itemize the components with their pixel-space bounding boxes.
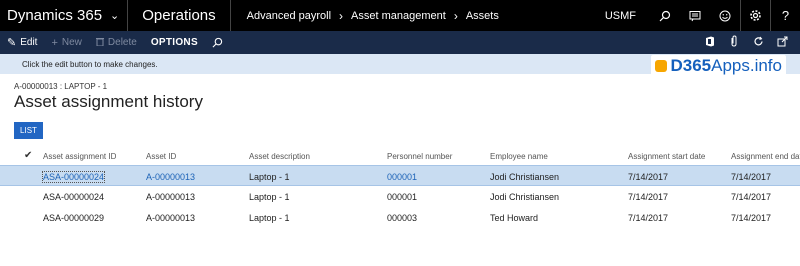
search-icon[interactable] [650, 0, 680, 31]
cell-assignment-end-date: 7/14/2017 [731, 172, 772, 182]
open-new-window-icon[interactable] [770, 36, 794, 50]
cell-assignment-start-date: 7/14/2017 [628, 192, 669, 202]
column-header-asset-assignment-id[interactable]: Asset assignment ID [43, 152, 116, 161]
cell-personnel-number[interactable]: 000001 [387, 172, 417, 182]
cell-asset-id[interactable]: A-00000013 [146, 172, 195, 182]
cell-employee-name: Jodi Christiansen [490, 172, 560, 182]
column-header-employee-name[interactable]: Employee name [490, 152, 548, 161]
cell-assignment-end-date: 7/14/2017 [731, 192, 772, 202]
table-row[interactable]: ASA-00000029 A-00000013 Laptop - 1 00000… [0, 207, 800, 228]
message-icon[interactable] [680, 0, 710, 31]
logo-mark-icon [655, 60, 668, 72]
breadcrumb-item-assets[interactable]: Assets [466, 10, 499, 22]
cell-asset-assignment-id: ASA-00000024 [43, 192, 105, 202]
breadcrumb-item-advanced-payroll[interactable]: Advanced payroll [247, 10, 331, 22]
delete-label: Delete [107, 37, 137, 48]
column-header-assignment-end-date[interactable]: Assignment end date [731, 152, 800, 161]
tab-list[interactable]: LIST [14, 122, 43, 139]
company-picker[interactable]: USMF [605, 10, 636, 22]
record-caption: A-00000013 : LAPTOP - 1 [14, 82, 108, 91]
search-icon[interactable] [205, 31, 230, 54]
delete-button[interactable]: Delete [89, 31, 144, 54]
breadcrumb: Advanced payroll › Asset management › As… [247, 9, 499, 23]
top-navigation-bar: Dynamics 365 ⌄ Operations Advanced payro… [0, 0, 800, 31]
refresh-icon[interactable] [746, 36, 770, 50]
options-tab[interactable]: OPTIONS [144, 31, 205, 54]
grid-header: ✔ Asset assignment ID Asset ID Asset des… [0, 147, 800, 165]
logo-text-rest: Apps.info [711, 56, 782, 75]
help-icon[interactable]: ? [770, 0, 800, 31]
table-row[interactable]: ASA-00000024 A-00000013 Laptop - 1 00000… [0, 186, 800, 207]
message-text: Click the edit button to make changes. [22, 59, 158, 69]
column-header-asset-id[interactable]: Asset ID [146, 152, 176, 161]
chevron-right-icon: › [339, 8, 344, 23]
cell-personnel-number: 000001 [387, 192, 418, 202]
edit-label: Edit [20, 37, 38, 48]
watermark-logo: D365 Apps.info [651, 55, 786, 77]
cell-assignment-end-date: 7/14/2017 [731, 213, 772, 223]
select-all-checkmark-icon[interactable]: ✔ [24, 150, 32, 161]
cell-personnel-number: 000003 [387, 213, 418, 223]
app-name: Dynamics 365 [7, 7, 103, 24]
cell-asset-description: Laptop - 1 [249, 172, 290, 182]
cell-asset-assignment-id[interactable]: ASA-00000024 [41, 171, 106, 183]
chevron-right-icon: › [453, 8, 458, 23]
cell-employee-name: Ted Howard [490, 213, 539, 223]
column-header-personnel-number[interactable]: Personnel number [387, 152, 452, 161]
module-name[interactable]: Operations [128, 0, 231, 31]
chevron-down-icon: ⌄ [110, 10, 120, 22]
new-label: New [61, 37, 82, 48]
asset-assignment-grid: ✔ Asset assignment ID Asset ID Asset des… [0, 147, 800, 228]
cell-assignment-start-date: 7/14/2017 [628, 213, 669, 223]
breadcrumb-item-asset-management[interactable]: Asset management [351, 10, 446, 22]
cell-asset-assignment-id: ASA-00000029 [43, 213, 105, 223]
logo-text-bold: D365 [670, 56, 712, 75]
gear-icon[interactable] [740, 0, 770, 31]
office-icon[interactable] [698, 36, 722, 50]
cell-asset-id: A-00000013 [146, 192, 196, 202]
app-switcher[interactable]: Dynamics 365 ⌄ [0, 0, 129, 31]
attachment-icon[interactable] [722, 35, 746, 50]
trash-icon [95, 37, 104, 49]
edit-button[interactable]: ✎ Edit [0, 31, 44, 54]
plus-icon: + [51, 36, 58, 49]
table-row[interactable]: ASA-00000024 A-00000013 Laptop - 1 00000… [0, 165, 800, 186]
action-pane: ✎ Edit + New Delete OPTIONS [0, 31, 800, 54]
cell-employee-name: Jodi Christiansen [490, 192, 560, 202]
cell-assignment-start-date: 7/14/2017 [628, 172, 669, 182]
new-button[interactable]: + New [44, 31, 88, 54]
column-header-assignment-start-date[interactable]: Assignment start date [628, 152, 705, 161]
cell-asset-description: Laptop - 1 [249, 192, 290, 202]
cell-asset-description: Laptop - 1 [249, 213, 290, 223]
column-header-asset-description[interactable]: Asset description [249, 152, 310, 161]
pencil-icon: ✎ [7, 37, 17, 49]
smiley-icon[interactable] [710, 0, 740, 31]
cell-asset-id: A-00000013 [146, 213, 196, 223]
page-title: Asset assignment history [14, 92, 203, 111]
